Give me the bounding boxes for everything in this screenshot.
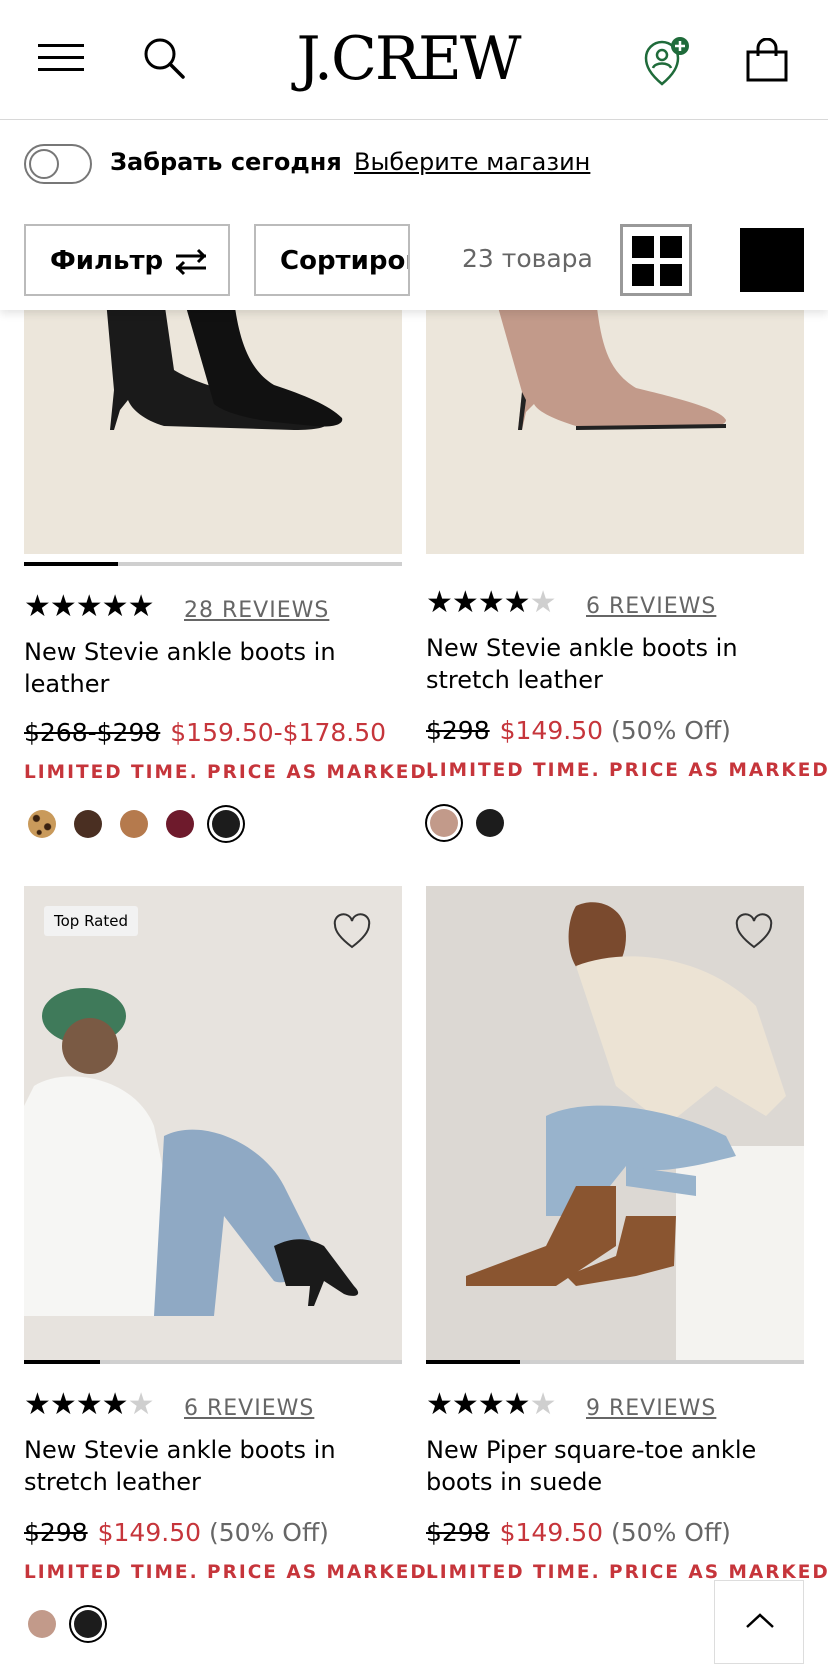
original-price: $298 (24, 1518, 88, 1547)
rating-stars: ★★★★★ (24, 1387, 154, 1422)
single-view-icon[interactable] (740, 228, 804, 292)
filter-toolbar: Забрать сегодня Выберите магазин Фильтр … (0, 120, 828, 310)
chevron-up-icon (746, 1613, 774, 1628)
swatch-burgundy[interactable] (166, 810, 194, 838)
reviews-link[interactable]: 28 REVIEWS (184, 598, 329, 623)
price-row: $298 $149.50 (50% Off) (426, 716, 731, 745)
swatch-black[interactable] (74, 1610, 102, 1638)
pickup-today-label: Забрать сегодня (110, 148, 342, 176)
product-name[interactable]: New Piper square-toe ankle boots in sued… (426, 1434, 796, 1498)
discount-percent: (50% Off) (611, 1518, 731, 1547)
filter-icon (176, 248, 206, 276)
swatch-leopard[interactable] (28, 810, 56, 838)
promo-text: LIMITED TIME. PRICE AS MARKED. (24, 1562, 437, 1583)
product-image[interactable] (24, 300, 402, 554)
rating-stars: ★★★★★ (426, 1387, 556, 1422)
product-card[interactable]: Top Rated ★★★★★ 6 REVIEWS New Stevie ank… (24, 886, 435, 1664)
original-price: $298 (426, 716, 490, 745)
hamburger-icon[interactable] (38, 44, 84, 72)
sale-price: $149.50 (499, 716, 604, 745)
sale-price: $159.50-$178.50 (170, 718, 387, 747)
swatch-taupe[interactable] (28, 1610, 56, 1638)
search-icon[interactable] (142, 36, 186, 80)
back-to-top-button[interactable] (714, 1580, 804, 1664)
image-carousel-progress (24, 562, 402, 566)
image-carousel-progress (426, 1360, 804, 1364)
swatch-black[interactable] (212, 810, 240, 838)
product-count: 23 товара (462, 244, 593, 273)
product-name[interactable]: New Stevie ankle boots in leather (24, 636, 394, 700)
swatch-tan[interactable] (120, 810, 148, 838)
site-header: J.CREW (0, 0, 828, 120)
account-icon[interactable] (640, 36, 694, 90)
discount-percent: (50% Off) (209, 1518, 329, 1547)
heart-icon[interactable] (734, 912, 774, 952)
sale-price: $149.50 (97, 1518, 202, 1547)
original-price: $268-$298 (24, 718, 161, 747)
heart-icon[interactable] (332, 912, 372, 952)
rating-stars: ★★★★★ (24, 589, 154, 624)
product-image[interactable]: Top Rated (24, 886, 402, 1360)
product-image[interactable] (426, 300, 804, 554)
discount-percent: (50% Off) (611, 716, 731, 745)
top-rated-badge: Top Rated (44, 906, 138, 936)
sort-button[interactable]: Сортировка (254, 224, 410, 296)
promo-text: LIMITED TIME. PRICE AS MARKED. (24, 762, 437, 783)
product-card[interactable]: ★★★★★ 9 REVIEWS New Piper square-toe ank… (426, 886, 828, 1664)
rating-stars: ★★★★★ (426, 585, 556, 620)
pickup-today-toggle[interactable] (24, 144, 92, 184)
reviews-link[interactable]: 6 REVIEWS (586, 594, 716, 619)
grid-view-icon[interactable] (620, 224, 692, 296)
product-image[interactable] (426, 886, 804, 1360)
select-store-link[interactable]: Выберите магазин (354, 148, 590, 176)
promo-text: LIMITED TIME. PRICE AS MARKED. (426, 760, 828, 781)
product-name[interactable]: New Stevie ankle boots in stretch leathe… (24, 1434, 394, 1498)
product-name[interactable]: New Stevie ankle boots in stretch leathe… (426, 632, 796, 696)
jcrew-logo[interactable]: J.CREW (288, 24, 528, 94)
original-price: $298 (426, 1518, 490, 1547)
bag-icon[interactable] (744, 38, 790, 84)
swatch-taupe[interactable] (430, 809, 458, 837)
product-card[interactable]: ★★★★★ 28 REVIEWS New Stevie ankle boots … (24, 300, 435, 850)
swatch-black[interactable] (476, 809, 504, 837)
filter-label: Фильтр (50, 246, 164, 276)
reviews-link[interactable]: 6 REVIEWS (184, 1396, 314, 1421)
swatch-brown[interactable] (74, 810, 102, 838)
price-row: $298 $149.50 (50% Off) (24, 1518, 329, 1547)
sale-price: $149.50 (499, 1518, 604, 1547)
price-row: $298 $149.50 (50% Off) (426, 1518, 731, 1547)
sort-label: Сортировка (280, 246, 408, 276)
price-row: $268-$298 $159.50-$178.50 (24, 718, 386, 747)
image-carousel-progress (24, 1360, 402, 1364)
reviews-link[interactable]: 9 REVIEWS (586, 1396, 716, 1421)
filter-button[interactable]: Фильтр (24, 224, 230, 296)
product-card[interactable]: ★★★★★ 6 REVIEWS New Stevie ankle boots i… (426, 300, 828, 850)
